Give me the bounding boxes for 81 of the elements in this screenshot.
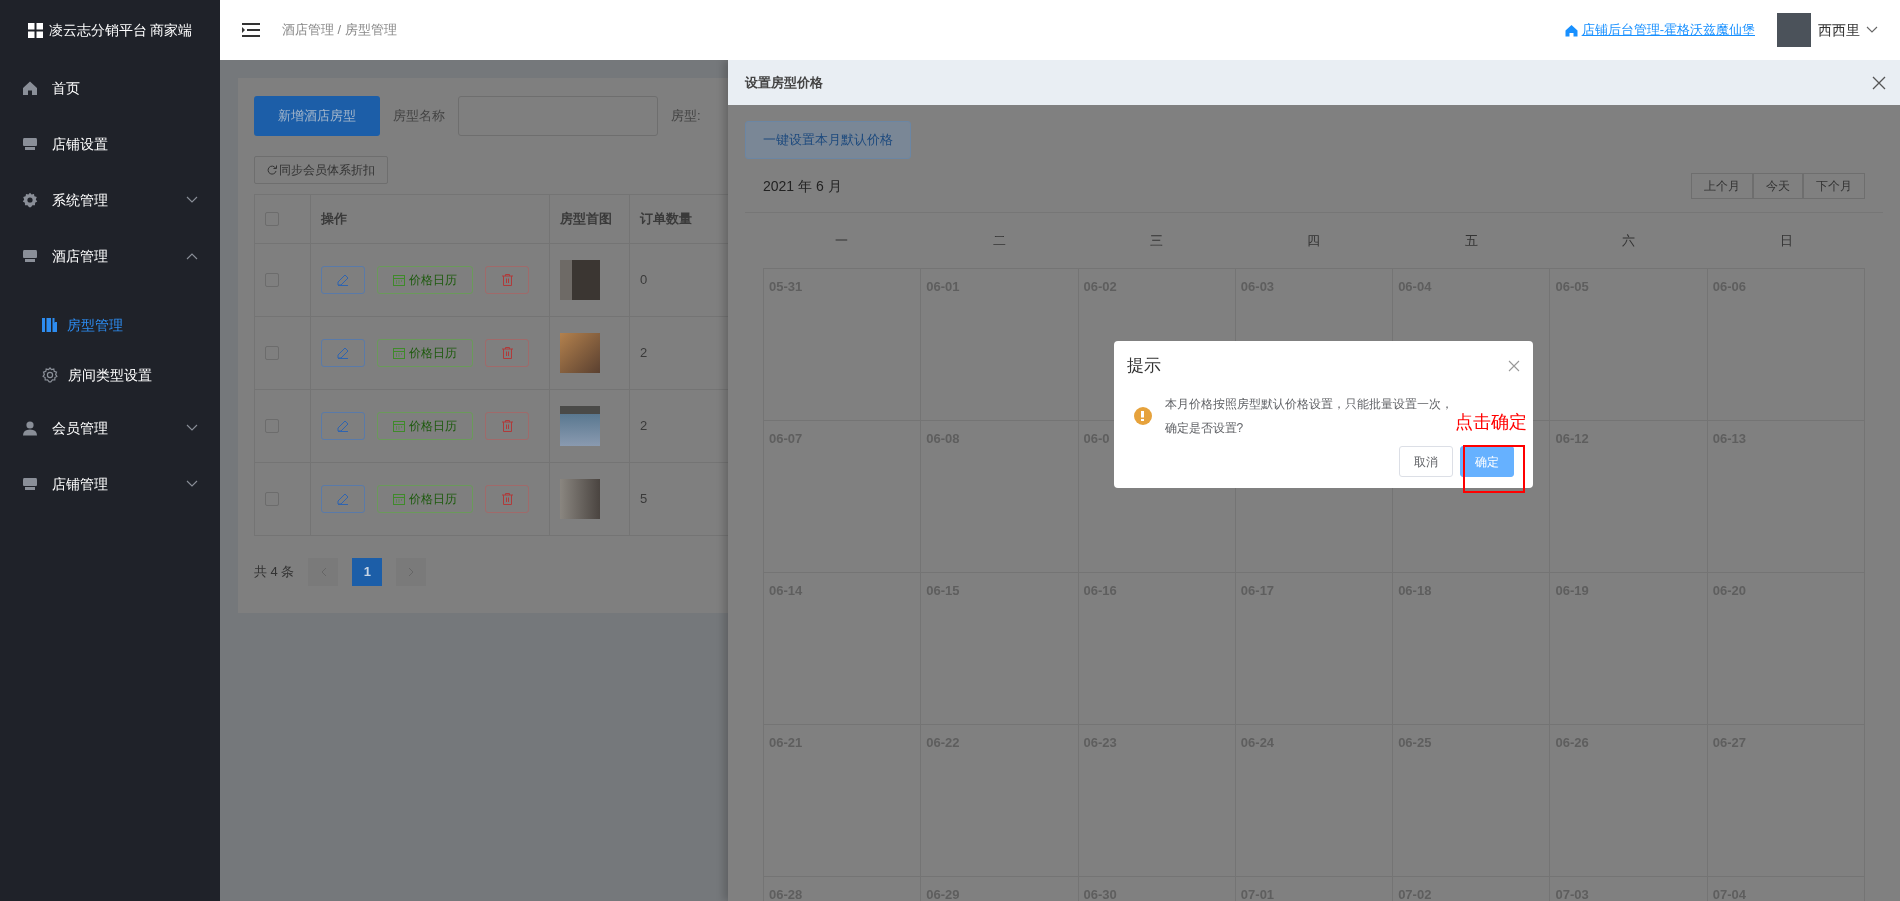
cancel-button[interactable]: 取消 bbox=[1399, 446, 1453, 477]
calendar-nav-button[interactable]: 下个月 bbox=[1803, 173, 1865, 199]
shop-link[interactable]: 店铺后台管理-霍格沃兹魔仙堡 bbox=[1564, 20, 1755, 40]
room-photo-placeholder bbox=[560, 478, 600, 519]
refresh-icon bbox=[267, 164, 277, 175]
dialog-message-line: 确定是否设置? bbox=[1164, 419, 1244, 437]
grid-logo-icon bbox=[27, 22, 43, 38]
room-photo-placeholder bbox=[560, 259, 600, 300]
delete-button[interactable] bbox=[485, 484, 529, 513]
price-calendar-button[interactable]: 价格日历 bbox=[377, 484, 473, 513]
add-room-type-button[interactable]: 新增酒店房型 bbox=[254, 96, 380, 136]
filter-label: 房型: bbox=[671, 107, 701, 126]
user-icon bbox=[22, 420, 38, 436]
calendar-icon bbox=[393, 273, 405, 286]
home-icon bbox=[22, 80, 38, 96]
calendar-icon bbox=[393, 419, 405, 432]
drawer-title: 设置房型价格 bbox=[745, 73, 823, 92]
weekday-label: 五 bbox=[1463, 231, 1479, 250]
price-calendar-button[interactable]: 价格日历 bbox=[377, 411, 473, 440]
edit-button[interactable] bbox=[321, 411, 365, 440]
annotation-highlight-box bbox=[1463, 445, 1525, 493]
previous-page-button[interactable] bbox=[308, 557, 339, 586]
confirm-button[interactable]: 确定 bbox=[1459, 446, 1514, 477]
app-logo-title: 凌云志分销平台 商家端 bbox=[48, 20, 193, 40]
close-icon[interactable] bbox=[1872, 75, 1886, 90]
dialog-message-line: 本月价格按照房型默认价格设置，只能批量设置一次， bbox=[1164, 395, 1453, 413]
price-calendar-button[interactable]: 价格日历 bbox=[377, 338, 473, 367]
sidebar-subitem[interactable]: 房间类型设置 bbox=[0, 350, 220, 400]
calendar-icon bbox=[393, 346, 405, 359]
delete-button[interactable] bbox=[485, 265, 529, 294]
trash-icon bbox=[501, 346, 513, 359]
next-page-button[interactable] bbox=[396, 557, 427, 586]
calendar-icon bbox=[393, 492, 405, 505]
warning-icon bbox=[1133, 406, 1152, 425]
sidebar-item[interactable]: 店铺管理 bbox=[0, 456, 220, 512]
room-photo-placeholder bbox=[560, 405, 600, 446]
chevron-down-icon bbox=[1866, 26, 1878, 34]
pencil-icon bbox=[337, 273, 349, 286]
delete-button[interactable] bbox=[485, 411, 529, 440]
gear-icon bbox=[22, 192, 38, 208]
filter-label: 房型名称 bbox=[393, 107, 445, 126]
dialog-title: 提示 bbox=[1127, 355, 1161, 377]
trash-icon bbox=[501, 273, 513, 286]
column-header: 操作 bbox=[310, 194, 550, 243]
price-calendar-button[interactable]: 价格日历 bbox=[377, 265, 473, 294]
sidebar-item[interactable]: 酒店管理 bbox=[0, 228, 220, 284]
weekday-label: 二 bbox=[991, 231, 1007, 250]
calendar-nav-button[interactable]: 今天 bbox=[1753, 173, 1803, 199]
trash-icon bbox=[501, 492, 513, 505]
edit-button[interactable] bbox=[321, 265, 365, 294]
sidebar-item[interactable]: 店铺设置 bbox=[0, 116, 220, 172]
bar-chart-icon bbox=[42, 318, 57, 332]
gear-icon bbox=[42, 367, 58, 383]
sidebar-item[interactable]: 系统管理 bbox=[0, 172, 220, 228]
room-photo-placeholder bbox=[560, 332, 600, 373]
pencil-icon bbox=[337, 419, 349, 432]
delete-button[interactable] bbox=[485, 338, 529, 367]
menu-icon[interactable] bbox=[242, 22, 260, 38]
month-title: 2021 年 6 月 bbox=[763, 176, 842, 196]
pencil-icon bbox=[337, 492, 349, 505]
page-button[interactable]: 1 bbox=[352, 557, 383, 586]
pencil-icon bbox=[337, 346, 349, 359]
total-count: 共 4 条 bbox=[254, 562, 295, 581]
column-header: 房型首图 bbox=[549, 194, 630, 243]
edit-button[interactable] bbox=[321, 338, 365, 367]
sync-discount-button[interactable]: 同步会员体系折扣 bbox=[254, 155, 388, 184]
user-menu[interactable]: 西西里 bbox=[1817, 19, 1878, 41]
sidebar-subitem[interactable]: 房型管理 bbox=[0, 300, 220, 350]
weekday-label: 三 bbox=[1149, 231, 1165, 250]
trash-icon bbox=[501, 419, 513, 432]
annotation-text: 点击确定 bbox=[1455, 411, 1527, 434]
sidebar-item[interactable]: 首页 bbox=[0, 60, 220, 116]
weekday-label: 日 bbox=[1778, 231, 1794, 250]
breadcrumb: 酒店管理 / 房型管理 bbox=[282, 21, 397, 40]
home-icon bbox=[1564, 23, 1578, 37]
sidebar-item[interactable]: 会员管理 bbox=[0, 400, 220, 456]
weekday-label: 六 bbox=[1621, 231, 1637, 250]
edit-button[interactable] bbox=[321, 484, 365, 513]
close-icon[interactable] bbox=[1508, 359, 1520, 372]
avatar-photo-placeholder bbox=[1777, 13, 1811, 47]
weekday-label: 四 bbox=[1306, 231, 1322, 250]
